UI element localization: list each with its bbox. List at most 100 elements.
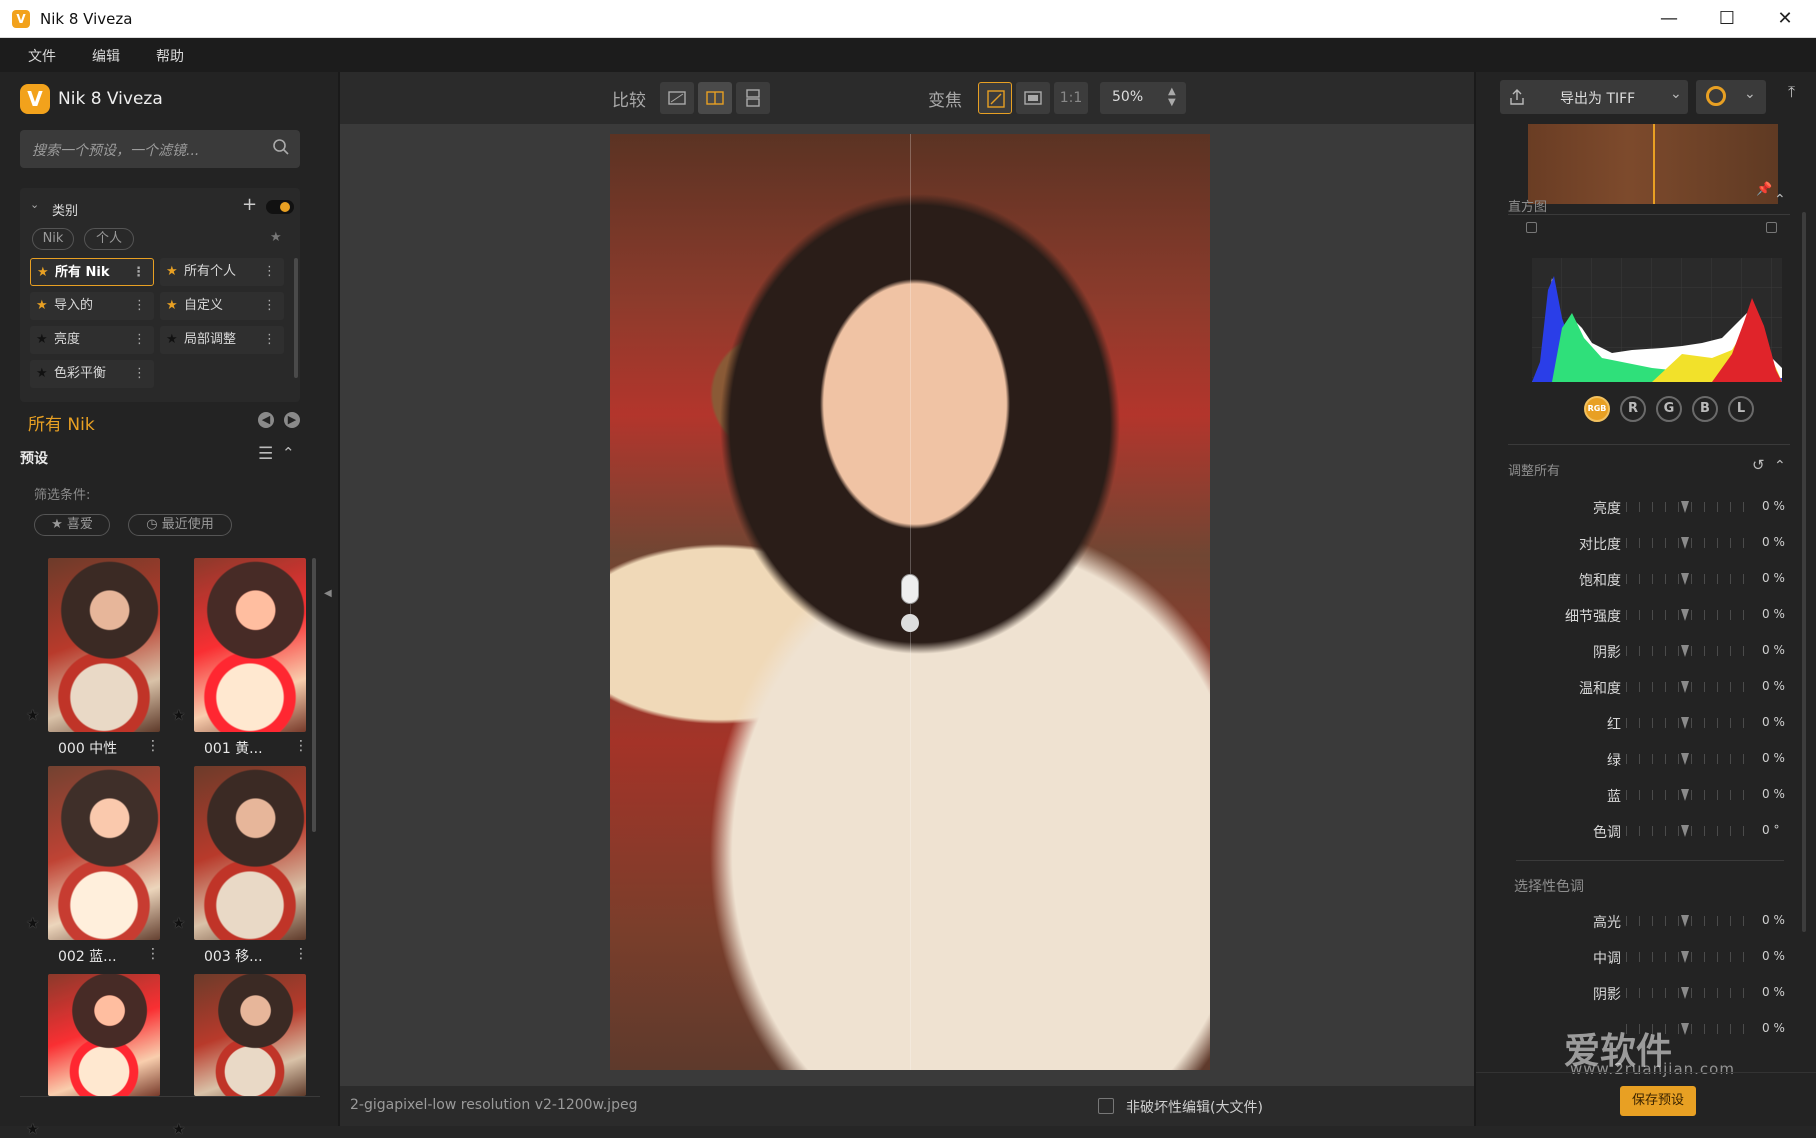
category-toggle[interactable] <box>266 200 294 214</box>
star-icon[interactable]: ★ <box>26 706 39 724</box>
chevron-down-icon[interactable]: ⌄ <box>30 198 39 211</box>
more-icon[interactable]: ⋮ <box>263 258 276 286</box>
search-input[interactable]: 搜索一个预设，一个滤镜... <box>20 130 300 168</box>
minimize-button[interactable]: — <box>1640 0 1698 38</box>
add-category-icon[interactable]: + <box>242 194 257 215</box>
more-icon[interactable]: ⋮ <box>133 292 146 320</box>
collapse-icon[interactable]: ⌃ <box>282 444 295 462</box>
compare-single-button[interactable] <box>660 82 694 114</box>
category-local-adjust[interactable]: ★ 局部调整 ⋮ <box>160 326 284 354</box>
swap-icon[interactable] <box>901 614 919 632</box>
preset-scrollbar[interactable] <box>312 558 316 832</box>
close-button[interactable]: ✕ <box>1756 0 1814 38</box>
slider-shadows[interactable]: 阴影 0 % <box>1476 636 1816 666</box>
category-all-nik[interactable]: ★ 所有 Nik ⋮ <box>30 258 154 286</box>
compare-split-button[interactable] <box>698 82 732 114</box>
zoom-select[interactable]: 50% ▲ ▼ <box>1100 82 1186 114</box>
list-view-icon[interactable]: ☰ <box>258 444 273 464</box>
category-custom[interactable]: ★ 自定义 ⋮ <box>160 292 284 320</box>
prev-icon[interactable]: ◀ <box>258 412 274 428</box>
filter-recent[interactable]: ◷ 最近使用 <box>128 514 232 536</box>
channel-l[interactable]: L <box>1728 396 1754 422</box>
pill-nik[interactable]: Nik <box>32 228 74 250</box>
compare-side-button[interactable] <box>736 82 770 114</box>
channel-b[interactable]: B <box>1692 396 1718 422</box>
highlight-clipping-checkbox[interactable] <box>1766 222 1777 233</box>
preset-thumbnail[interactable] <box>194 974 306 1096</box>
more-icon[interactable]: ⋮ <box>146 946 160 962</box>
slider-green[interactable]: 绿 0 % <box>1476 744 1816 774</box>
preset-thumbnail[interactable] <box>48 974 160 1096</box>
pill-personal[interactable]: 个人 <box>84 228 134 250</box>
menu-edit[interactable]: 编辑 <box>92 46 120 66</box>
slider-blue[interactable]: 蓝 0 % <box>1476 780 1816 810</box>
category-brightness[interactable]: ★ 亮度 ⋮ <box>30 326 154 354</box>
category-color-balance[interactable]: ★ 色彩平衡 ⋮ <box>30 360 154 388</box>
collapse-icon[interactable]: ⌃ <box>1774 192 1786 208</box>
chevron-down-icon[interactable]: ⌄ <box>1670 86 1682 102</box>
menu-help[interactable]: 帮助 <box>156 46 184 66</box>
preset-thumbnail[interactable] <box>194 558 306 732</box>
nondestructive-checkbox[interactable] <box>1098 1098 1114 1114</box>
channel-r[interactable]: R <box>1620 396 1646 422</box>
split-handle[interactable] <box>901 574 919 604</box>
more-icon[interactable]: ⋮ <box>263 292 276 320</box>
more-icon[interactable]: ⋮ <box>263 326 276 354</box>
slider-warmth[interactable]: 温和度 0 % <box>1476 672 1816 702</box>
more-icon[interactable]: ⋮ <box>133 360 146 388</box>
slider-highlights[interactable]: 高光 0 % <box>1476 906 1816 936</box>
star-icon[interactable]: ★ <box>26 914 39 932</box>
slider-red[interactable]: 红 0 % <box>1476 708 1816 738</box>
preview-photo[interactable] <box>610 134 1210 1070</box>
next-icon[interactable]: ▶ <box>284 412 300 428</box>
collapse-left-icon[interactable]: ◀ <box>324 588 332 599</box>
sync-button[interactable]: ⌄ <box>1696 80 1766 114</box>
search-icon[interactable] <box>272 138 290 156</box>
image-canvas[interactable] <box>340 124 1474 1086</box>
collapse-top-icon[interactable]: ⤒ <box>1788 82 1795 102</box>
category-label: 类别 <box>52 204 79 219</box>
divider <box>1476 1072 1816 1073</box>
star-icon[interactable]: ★ <box>172 706 185 724</box>
star-icon[interactable]: ★ <box>172 1120 185 1138</box>
slider-structure[interactable]: 细节强度 0 % <box>1476 600 1816 630</box>
preset-thumbnail[interactable] <box>48 766 160 940</box>
more-icon[interactable]: ⋮ <box>133 326 146 354</box>
menu-file[interactable]: 文件 <box>28 46 56 66</box>
chevron-down-icon[interactable]: ⌄ <box>1744 86 1756 102</box>
fill-button[interactable] <box>1016 82 1050 114</box>
more-icon[interactable]: ⋮ <box>294 738 308 754</box>
pin-icon[interactable]: 📌 <box>1756 182 1772 197</box>
star-icon[interactable]: ★ <box>26 1120 39 1138</box>
slider-value: 0 % <box>1762 949 1785 963</box>
fit-button[interactable] <box>978 82 1012 114</box>
preset-thumbnail[interactable] <box>48 558 160 732</box>
channel-rgb[interactable]: RGB <box>1584 396 1610 422</box>
more-icon[interactable]: ⋮ <box>132 259 145 287</box>
channel-g[interactable]: G <box>1656 396 1682 422</box>
slider-hue[interactable]: 色调 0 ° <box>1476 816 1816 846</box>
star-icon[interactable]: ★ <box>172 914 185 932</box>
export-button[interactable]: 导出为 TIFF ⌄ <box>1500 80 1688 114</box>
slider-saturation[interactable]: 饱和度 0 % <box>1476 564 1816 594</box>
right-scrollbar[interactable] <box>1802 212 1806 932</box>
slider-selective-shadows[interactable]: 阴影 0 % <box>1476 978 1816 1008</box>
category-scrollbar[interactable] <box>294 258 298 378</box>
navigator-preview[interactable]: 📌 <box>1528 124 1778 204</box>
reset-icon[interactable]: ↺ <box>1752 456 1765 474</box>
slider-midtones[interactable]: 中调 0 % <box>1476 942 1816 972</box>
maximize-button[interactable]: ☐ <box>1698 0 1756 38</box>
slider-contrast[interactable]: 对比度 0 % <box>1476 528 1816 558</box>
one-to-one-button[interactable]: 1:1 <box>1054 82 1088 114</box>
favorite-filter-icon[interactable]: ★ <box>270 230 282 245</box>
shadow-clipping-checkbox[interactable] <box>1526 222 1537 233</box>
filter-favorites[interactable]: ★ 喜爱 <box>34 514 110 536</box>
more-icon[interactable]: ⋮ <box>146 738 160 754</box>
more-icon[interactable]: ⋮ <box>294 946 308 962</box>
collapse-icon[interactable]: ⌃ <box>1774 458 1786 474</box>
category-imported[interactable]: ★ 导入的 ⋮ <box>30 292 154 320</box>
category-all-personal[interactable]: ★ 所有个人 ⋮ <box>160 258 284 286</box>
preset-thumbnail[interactable] <box>194 766 306 940</box>
save-preset-button[interactable]: 保存预设 <box>1620 1086 1696 1116</box>
slider-brightness[interactable]: 亮度 0 % <box>1476 492 1816 522</box>
